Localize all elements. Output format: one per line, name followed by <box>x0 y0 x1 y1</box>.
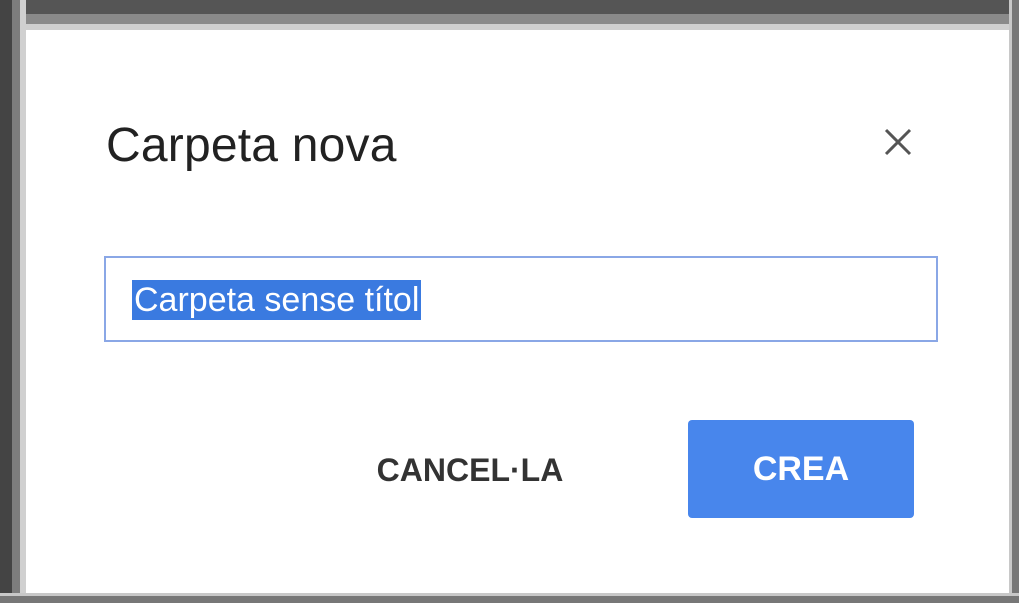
folder-name-selected-text: Carpeta sense títol <box>132 280 422 320</box>
window-border-left <box>0 0 26 603</box>
close-button[interactable] <box>878 122 918 162</box>
window-border-right <box>1009 0 1019 603</box>
new-folder-dialog: Carpeta nova Carpeta sense títol CANCEL·… <box>26 30 1009 593</box>
close-icon <box>884 128 912 156</box>
window-border-bottom <box>0 593 1019 603</box>
dialog-title: Carpeta nova <box>106 119 397 172</box>
create-button[interactable]: CREA <box>688 420 914 518</box>
cancel-button[interactable]: CANCEL·LA <box>350 430 590 510</box>
screen: Carpeta nova Carpeta sense títol CANCEL·… <box>0 0 1019 603</box>
window-border-top <box>0 0 1019 30</box>
folder-name-input[interactable]: Carpeta sense títol <box>104 256 938 342</box>
